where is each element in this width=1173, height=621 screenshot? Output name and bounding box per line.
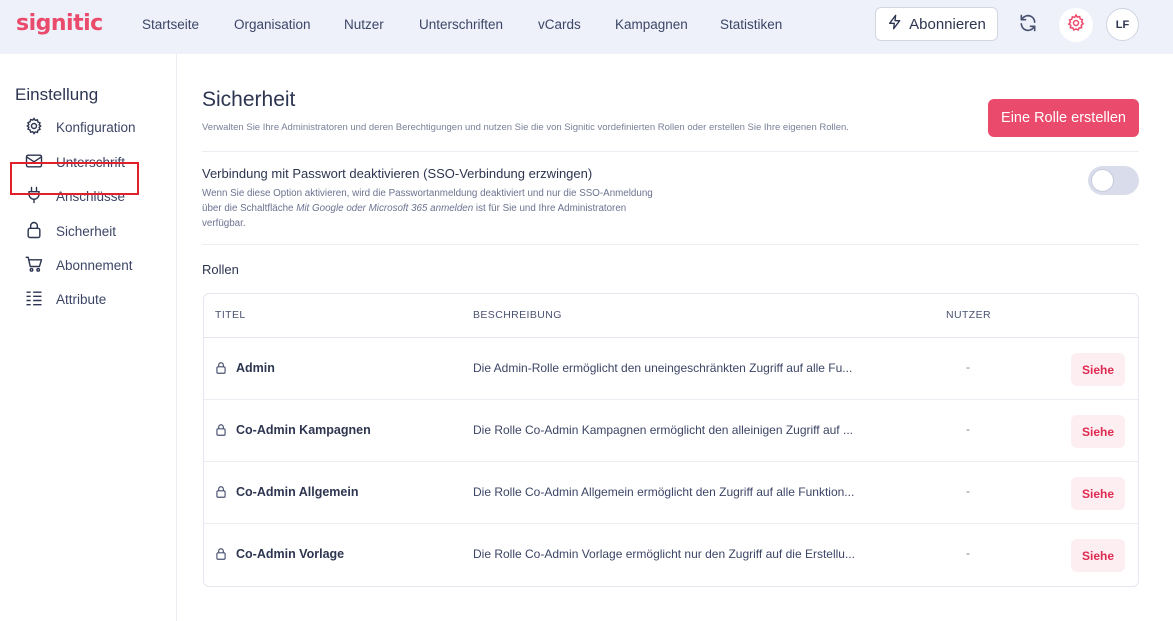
role-name: Co-Admin Allgemein [236, 485, 359, 499]
create-role-button[interactable]: Eine Rolle erstellen [988, 99, 1139, 137]
top-navigation-bar: signitic Startseite Organisation Nutzer … [0, 0, 1173, 54]
table-row: Admin Die Admin-Rolle ermöglicht den une… [204, 338, 1138, 400]
sso-setting-description: Wenn Sie diese Option aktivieren, wird d… [202, 186, 672, 231]
active-item-highlight [10, 162, 139, 195]
role-description: Die Admin-Rolle ermöglicht den uneingesc… [473, 361, 853, 375]
cart-icon [24, 254, 44, 277]
role-users: - [966, 360, 970, 374]
avatar[interactable]: LF [1106, 8, 1139, 41]
roles-table: TITEL BESCHREIBUNG NUTZER Admin Die Admi… [203, 293, 1139, 587]
table-row: Co-Admin Vorlage Die Rolle Co-Admin Vorl… [204, 524, 1138, 586]
lock-icon [214, 485, 228, 499]
sidebar-item-label: Konfiguration [56, 119, 136, 135]
sidebar-item-label: Attribute [56, 291, 107, 307]
role-description: Die Rolle Co-Admin Allgemein ermöglicht … [473, 485, 855, 499]
role-name: Co-Admin Vorlage [236, 547, 345, 561]
gear-icon [1066, 13, 1086, 38]
sidebar-item-attribute[interactable]: Attribute [24, 287, 164, 311]
view-role-button[interactable]: Siehe [1071, 539, 1125, 572]
gear-icon [24, 116, 44, 139]
column-header-users: NUTZER [946, 309, 991, 321]
nav-item-unterschriften[interactable]: Unterschriften [419, 17, 503, 32]
sso-setting-title: Verbindung mit Passwort deaktivieren (SS… [202, 166, 593, 181]
lock-icon [24, 220, 44, 243]
role-description: Die Rolle Co-Admin Vorlage ermöglicht nu… [473, 547, 855, 561]
sso-desc-emphasis: Mit Google oder Microsoft 365 anmelden [296, 203, 474, 214]
nav-item-nutzer[interactable]: Nutzer [344, 17, 384, 32]
list-icon [24, 288, 44, 311]
sidebar-item-abonnement[interactable]: Abonnement [24, 253, 164, 277]
nav-item-startseite[interactable]: Startseite [142, 17, 199, 32]
view-role-button[interactable]: Siehe [1071, 477, 1125, 510]
sidebar-title: Einstellung [15, 85, 99, 104]
role-users: - [966, 546, 970, 560]
signitic-logo[interactable]: signitic [16, 11, 103, 36]
role-users: - [966, 484, 970, 498]
settings-sidebar: Einstellung Konfiguration Unterschrift A… [0, 54, 177, 621]
role-description: Die Rolle Co-Admin Kampagnen ermöglicht … [473, 423, 853, 437]
settings-button[interactable] [1059, 8, 1093, 42]
role-name: Admin [236, 361, 275, 375]
roles-heading: Rollen [202, 262, 239, 277]
subscribe-button-label: Abonnieren [909, 15, 986, 33]
table-row: Co-Admin Kampagnen Die Rolle Co-Admin Ka… [204, 400, 1138, 462]
divider [202, 244, 1139, 245]
refresh-icon [1018, 13, 1038, 38]
bolt-icon [887, 14, 903, 34]
nav-item-statistiken[interactable]: Statistiken [720, 17, 782, 32]
page-title: Sicherheit [202, 88, 296, 111]
role-users: - [966, 422, 970, 436]
sidebar-item-sicherheit[interactable]: Sicherheit [24, 219, 164, 243]
page-subtitle: Verwalten Sie Ihre Administratoren und d… [202, 122, 849, 133]
refresh-button[interactable] [1011, 8, 1045, 42]
nav-item-organisation[interactable]: Organisation [234, 17, 311, 32]
subscribe-button[interactable]: Abonnieren [875, 7, 998, 41]
nav-item-kampagnen[interactable]: Kampagnen [615, 17, 688, 32]
lock-icon [214, 547, 228, 561]
divider [202, 151, 1139, 152]
role-name: Co-Admin Kampagnen [236, 423, 371, 437]
nav-item-vcards[interactable]: vCards [538, 17, 581, 32]
sso-toggle[interactable] [1088, 166, 1139, 195]
column-header-title: TITEL [215, 309, 246, 321]
sidebar-item-konfiguration[interactable]: Konfiguration [24, 115, 164, 139]
lock-icon [214, 423, 228, 437]
sidebar-item-label: Sicherheit [56, 223, 117, 239]
column-header-description: BESCHREIBUNG [473, 309, 562, 321]
view-role-button[interactable]: Siehe [1071, 415, 1125, 448]
sidebar-item-label: Abonnement [56, 257, 133, 273]
toggle-knob [1091, 169, 1114, 192]
table-row: Co-Admin Allgemein Die Rolle Co-Admin Al… [204, 462, 1138, 524]
lock-icon [214, 361, 228, 375]
view-role-button[interactable]: Siehe [1071, 353, 1125, 386]
